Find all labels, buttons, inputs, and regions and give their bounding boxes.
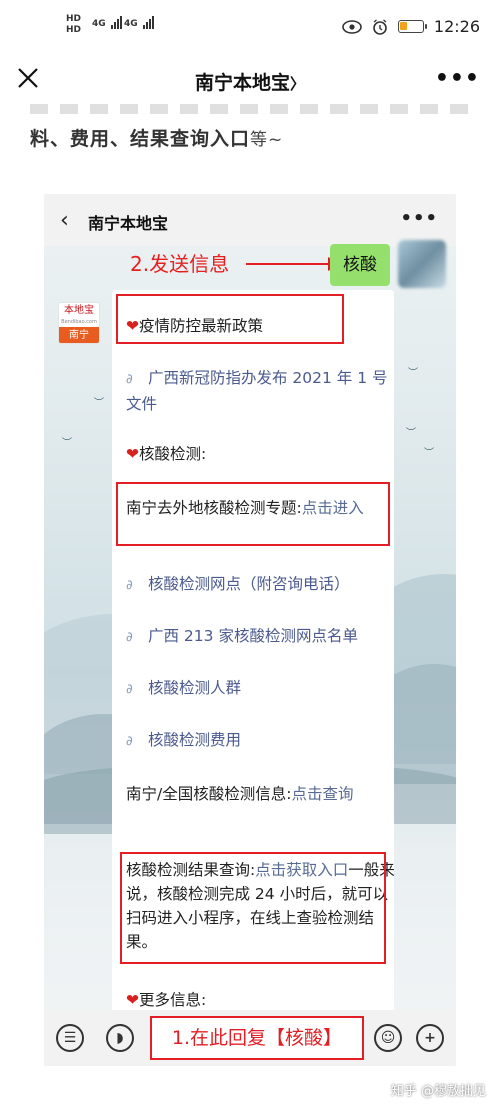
highlight-box	[116, 294, 344, 344]
link-text[interactable]: 核酸检测费用	[148, 731, 241, 749]
user-avatar[interactable]	[398, 240, 446, 288]
avatar-logo: 本地宝 Bendibao.com	[59, 303, 99, 327]
user-message-bubble[interactable]: 核酸	[330, 244, 390, 286]
info-link[interactable]: 点击查询	[291, 785, 353, 803]
more-menu-button[interactable]: •••	[435, 66, 480, 91]
bird-icon: ︶	[424, 448, 434, 459]
zhihu-watermark: 知乎 @穆敖拙见	[390, 1084, 486, 1099]
status-right: 12:26	[342, 17, 480, 36]
chat-more-icon[interactable]: •••	[400, 208, 438, 229]
annotation-send-info: 2.发送信息	[130, 252, 230, 276]
emoji-icon[interactable]: ☺	[374, 1024, 402, 1052]
link-row[interactable]: ∂ 核酸检测人群	[126, 676, 396, 702]
annotation-arrow	[246, 257, 342, 271]
link-icon: ∂	[126, 578, 133, 593]
screenshot-page: HD HD 4G 4G 12:26 南宁本地宝〉 ••• 料、费用、结果查询入口…	[0, 0, 500, 1111]
test-section-header: ❤核酸检测:	[126, 445, 207, 463]
link-row[interactable]: ∂ 广西 213 家核酸检测网点名单	[126, 624, 396, 650]
battery-icon	[397, 20, 427, 33]
highlight-box	[116, 482, 390, 546]
hd-indicator: HD	[66, 14, 82, 24]
link-text[interactable]: 核酸检测网点（附咨询电话）	[148, 575, 350, 593]
link-icon: ∂	[126, 682, 133, 697]
bird-icon: ︶	[94, 398, 104, 409]
link-icon: ∂	[126, 734, 133, 749]
clock-time: 12:26	[433, 17, 480, 36]
article-paragraph: 料、费用、结果查询入口等~	[30, 124, 470, 151]
article-bold-text: 料、费用、结果查询入口	[30, 128, 251, 150]
voice-icon[interactable]: ◗	[106, 1024, 134, 1052]
article-tail-text: 等~	[250, 130, 284, 150]
link-row[interactable]: ∂ 核酸检测费用	[126, 728, 396, 754]
link-text[interactable]: 广西新冠防指办发布 2021 年 1 号文件	[126, 369, 388, 413]
account-name[interactable]: 南宁本地宝	[195, 72, 290, 94]
heart-icon: ❤	[126, 445, 139, 463]
bot-avatar[interactable]: 本地宝 Bendibao.com 南宁	[58, 302, 100, 344]
nav-bar: 南宁本地宝〉 •••	[0, 58, 500, 104]
alarm-icon	[373, 18, 387, 35]
link-text[interactable]: 广西 213 家核酸检测网点名单	[148, 627, 358, 645]
link-row[interactable]: ∂ 核酸检测网点（附咨询电话）	[126, 572, 396, 598]
chevron-right-icon: 〉	[290, 75, 306, 93]
highlight-box	[120, 852, 386, 964]
more-info-row: ❤更多信息:	[126, 991, 207, 1009]
network-indicators: HD HD	[66, 14, 81, 36]
avatar-city-label: 南宁	[59, 327, 99, 343]
menu-list-icon[interactable]: ☰	[56, 1024, 84, 1052]
plus-icon[interactable]: +	[416, 1024, 444, 1052]
embedded-chat-screenshot: ︶ ︶ ︶ ︶ ︶ ‹ 南宁本地宝 ••• 2.发送信息 核酸 本地宝 Bendi…	[44, 194, 456, 1066]
chat-input-bar: ☰ ◗ 1.在此回复【核酸】 ☺ +	[44, 1010, 456, 1066]
bird-icon: ︶	[62, 438, 72, 449]
article-text-partial	[30, 104, 470, 114]
signal-icon: 4G	[124, 16, 155, 29]
bird-icon: ︶	[408, 368, 418, 379]
bird-icon: ︶	[406, 428, 416, 439]
link-row[interactable]: ∂ 广西新冠防指办发布 2021 年 1 号文件	[126, 366, 396, 416]
heart-icon: ❤	[126, 991, 139, 1009]
status-bar: HD HD 4G 4G 12:26	[0, 0, 500, 58]
back-arrow-icon[interactable]: ‹	[60, 208, 69, 233]
link-text[interactable]: 核酸检测人群	[148, 679, 241, 697]
signal-icon: 4G	[92, 16, 123, 29]
link-icon: ∂	[126, 630, 133, 645]
eye-icon	[342, 19, 362, 34]
hd-indicator: HD	[66, 25, 82, 35]
chat-header: ‹ 南宁本地宝 •••	[44, 194, 456, 246]
message-input[interactable]: 1.在此回复【核酸】	[150, 1016, 364, 1060]
chat-title: 南宁本地宝	[88, 214, 169, 233]
info-label: 南宁/全国核酸检测信息:	[126, 785, 292, 803]
account-title[interactable]: 南宁本地宝〉	[0, 68, 500, 95]
link-icon: ∂	[126, 372, 133, 387]
info-row: 南宁/全国核酸检测信息:点击查询	[126, 782, 396, 806]
